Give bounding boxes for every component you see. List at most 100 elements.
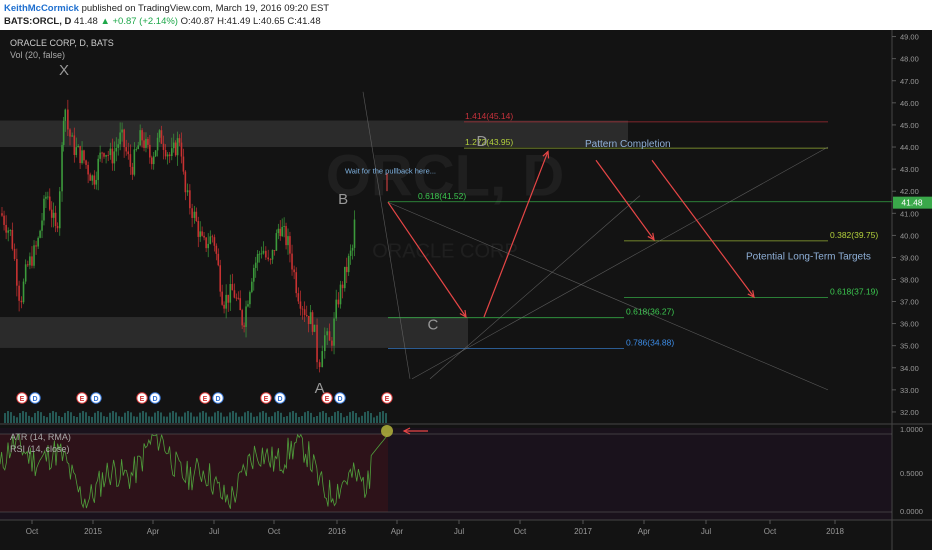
volume-bar	[361, 415, 363, 423]
candle-body	[227, 294, 230, 303]
volume-bar	[376, 415, 378, 423]
volume-bar	[166, 416, 168, 423]
volume-bar	[370, 413, 372, 423]
candle-body	[331, 340, 333, 346]
volume-bar	[298, 417, 300, 423]
candle-body	[309, 312, 312, 325]
volume-bar	[241, 416, 243, 423]
candle-body	[239, 298, 242, 311]
candle-body	[241, 310, 243, 326]
candle-body	[235, 297, 238, 299]
fib-level-label: 0.786(34.88)	[626, 337, 674, 347]
price-axis-label: 35.00	[900, 342, 919, 351]
volume-bar	[385, 413, 387, 423]
candle-body	[258, 253, 261, 255]
volume-bar	[169, 412, 171, 423]
candle-body	[345, 266, 348, 273]
pattern-point-label: X	[59, 62, 69, 79]
volume-bar	[331, 415, 333, 423]
volume-bar	[295, 412, 297, 423]
price-axis-label: 44.00	[900, 143, 919, 152]
candle-body	[344, 266, 346, 289]
volume-bar	[292, 411, 294, 423]
volume-bar	[202, 411, 204, 423]
author-link[interactable]: KeithMcCormick	[4, 3, 79, 14]
chart-area[interactable]: ORCL, D ORACLE CORP 1.414(45.14) 1.272(43.9…	[0, 30, 932, 550]
candle-body	[318, 362, 321, 368]
pattern-point-label: C	[427, 317, 438, 334]
earnings-marker-label: D	[337, 396, 342, 403]
price-axis-label: 40.00	[900, 231, 919, 240]
volume-bar	[22, 411, 24, 423]
price-axis-label: 39.00	[900, 253, 919, 262]
candle-body	[48, 196, 51, 210]
publish-line: KeithMcCormick published on TradingView.…	[4, 3, 329, 14]
price-axis-label: 42.00	[900, 187, 919, 196]
volume-bar	[328, 417, 330, 423]
volume-bar	[49, 412, 51, 423]
time-axis-label: 2017	[574, 527, 592, 536]
volume-bar	[100, 412, 102, 423]
time-axis-label: 2016	[328, 527, 346, 536]
candle-body	[260, 253, 263, 255]
volume-bar	[61, 417, 63, 423]
close-value: C:41.48	[287, 16, 321, 27]
candle-body	[113, 151, 116, 164]
volume-bar	[109, 412, 111, 423]
candle-body	[353, 219, 356, 248]
up-arrow-icon: ▲	[100, 16, 110, 27]
indicator-axis-label: 0.5000	[900, 469, 923, 478]
earnings-marker-label: D	[215, 396, 220, 403]
candle-body	[133, 149, 136, 175]
pattern-point-label: D	[477, 133, 488, 150]
open-value: O:40.87	[180, 16, 215, 27]
candle-body	[347, 255, 350, 273]
price-axis-label: 36.00	[900, 320, 919, 329]
candle-body	[328, 331, 331, 341]
candle-body	[99, 152, 101, 159]
candle-body	[335, 299, 338, 319]
rsi-legend: RSI (14, close)	[10, 444, 70, 454]
earnings-marker-label: E	[80, 396, 85, 403]
volume-bar	[193, 416, 195, 423]
trend-line	[429, 195, 641, 380]
earnings-marker-label: D	[277, 396, 282, 403]
pattern-point-label: B	[338, 191, 348, 208]
volume-bar	[226, 416, 228, 423]
candle-body	[324, 335, 326, 352]
candle-body	[233, 290, 236, 298]
volume-bar	[373, 417, 375, 423]
candle-body	[152, 156, 155, 165]
candle-body	[160, 130, 163, 144]
candle-body	[337, 299, 340, 305]
candle-body	[221, 291, 223, 305]
candle-body	[58, 191, 61, 229]
volume-bar	[346, 415, 348, 423]
candle-body	[39, 230, 41, 238]
candle-body	[22, 281, 25, 303]
volume-bar	[340, 412, 342, 423]
last-price-tag-text: 41.48	[901, 198, 923, 208]
price-chart[interactable]: ORCL, DORACLE CORP1.414(45.14)1.272(43.9…	[0, 30, 932, 550]
candle-body	[75, 147, 78, 155]
candle-body	[166, 154, 169, 157]
candle-body	[131, 166, 134, 175]
earnings-marker-label: E	[140, 396, 145, 403]
time-axis-label: Jul	[209, 527, 219, 536]
candle-body	[168, 154, 171, 157]
volume-bar	[247, 411, 249, 423]
volume-bar	[46, 417, 48, 423]
volume-bar	[163, 416, 165, 423]
price-axis-label: 49.00	[900, 33, 919, 42]
candle-body	[62, 120, 65, 146]
candle-body	[311, 312, 314, 332]
candle-body	[45, 196, 47, 199]
volume-bar	[133, 416, 135, 423]
candle-body	[217, 253, 220, 266]
high-value: H:41.49	[217, 16, 251, 27]
volume-bar	[343, 417, 345, 423]
candle-body	[1, 213, 3, 216]
volume-bar	[313, 417, 315, 423]
atr-legend: ATR (14, RMA)	[10, 432, 71, 442]
candle-body	[321, 351, 324, 368]
